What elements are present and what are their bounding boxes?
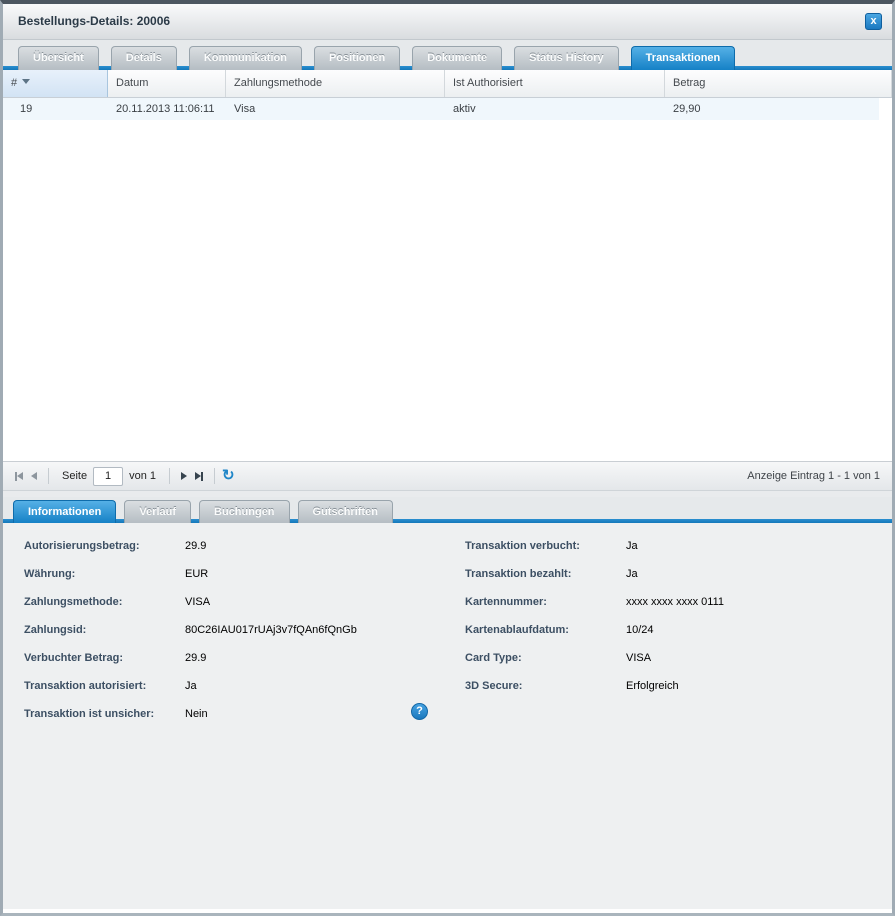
field-value: Erfolgreich [626, 680, 679, 708]
tab-gutschriften[interactable]: Gutschriften [298, 500, 393, 523]
page-label: Seite [62, 470, 87, 482]
cell-ist-authorisiert: aktiv [445, 98, 665, 120]
order-tabs: Übersicht Details Kommunikation Position… [3, 40, 892, 70]
tab-uebersicht[interactable]: Übersicht [18, 46, 99, 70]
info-column-right: Transaktion verbucht:Ja Transaktion beza… [465, 540, 892, 736]
next-page-icon[interactable] [177, 470, 191, 482]
column-header-betrag[interactable]: Betrag [665, 70, 892, 97]
cell-datum: 20.11.2013 11:06:11 [108, 98, 226, 120]
tab-kommunikation[interactable]: Kommunikation [189, 46, 302, 70]
field-value: VISA [185, 596, 210, 624]
tab-verlauf[interactable]: Verlauf [124, 500, 191, 523]
field-label: Kartennummer: [465, 596, 626, 624]
field-label: Transaktion ist unsicher: [24, 708, 185, 736]
tab-dokumente[interactable]: Dokumente [412, 46, 502, 70]
tab-informationen[interactable]: Informationen [13, 500, 116, 523]
paging-toolbar: Seite von 1 ↻ Anzeige Eintrag 1 - 1 von … [3, 461, 892, 491]
field-label: Transaktion autorisiert: [24, 680, 185, 708]
column-header-zahlungsmethode[interactable]: Zahlungsmethode [226, 70, 445, 97]
cell-zahlungsmethode: Visa [226, 98, 445, 120]
field-value: 29.9 [185, 652, 206, 680]
information-panel: Autorisierungsbetrag:29.9 Währung:EUR Za… [3, 523, 892, 909]
field-value: Ja [185, 680, 197, 708]
cell-betrag: 29,90 [665, 98, 879, 120]
tab-details[interactable]: Details [111, 46, 177, 70]
transactions-table-body: 19 20.11.2013 11:06:11 Visa aktiv 29,90 [3, 98, 892, 461]
column-header-ist-authorisiert[interactable]: Ist Authorisiert [445, 70, 665, 97]
toolbar-separator [48, 468, 49, 484]
cell-id: 19 [3, 98, 108, 120]
field-value: 29.9 [185, 540, 206, 568]
field-label: Card Type: [465, 652, 626, 680]
field-value: Nein [185, 708, 208, 736]
refresh-icon[interactable]: ↻ [222, 468, 235, 484]
transaction-detail-tabs: Informationen Verlauf Buchungen Gutschri… [3, 497, 892, 523]
field-label: Autorisierungsbetrag: [24, 540, 185, 568]
field-label: Zahlungsid: [24, 624, 185, 652]
field-label: Zahlungsmethode: [24, 596, 185, 624]
tab-status-history[interactable]: Status History [514, 46, 619, 70]
window-titlebar: Bestellungs-Details: 20006 x [3, 4, 892, 40]
field-value: 10/24 [626, 624, 654, 652]
tab-buchungen[interactable]: Buchungen [199, 500, 290, 523]
field-label: Verbuchter Betrag: [24, 652, 185, 680]
field-value: xxxx xxxx xxxx 0111 [626, 596, 724, 624]
info-column-left: Autorisierungsbetrag:29.9 Währung:EUR Za… [24, 540, 451, 736]
field-label: 3D Secure: [465, 680, 626, 708]
field-label: Kartenablaufdatum: [465, 624, 626, 652]
page-input[interactable] [93, 467, 123, 486]
toolbar-separator [214, 468, 215, 484]
close-icon[interactable]: x [865, 13, 882, 30]
transactions-table-header: # Datum Zahlungsmethode Ist Authorisiert… [3, 70, 892, 98]
field-label: Währung: [24, 568, 185, 596]
table-row[interactable]: 19 20.11.2013 11:06:11 Visa aktiv 29,90 [3, 98, 879, 120]
field-value: EUR [185, 568, 208, 596]
first-page-icon[interactable] [11, 470, 27, 483]
field-value: VISA [626, 652, 651, 680]
tab-positionen[interactable]: Positionen [314, 46, 400, 70]
field-label: Transaktion bezahlt: [465, 568, 626, 596]
order-details-window: Bestellungs-Details: 20006 x Übersicht D… [0, 0, 895, 916]
sort-desc-icon [22, 79, 30, 84]
column-header-id[interactable]: # [3, 70, 108, 97]
field-value: Ja [626, 568, 638, 596]
tab-transaktionen[interactable]: Transaktionen [631, 46, 736, 70]
previous-page-icon[interactable] [27, 470, 41, 482]
toolbar-separator [169, 468, 170, 484]
field-label: Transaktion verbucht: [465, 540, 626, 568]
display-range-text: Anzeige Eintrag 1 - 1 von 1 [747, 470, 884, 482]
field-value: Ja [626, 540, 638, 568]
field-value: 80C26IAU017rUAj3v7fQAn6fQnGb [185, 624, 357, 652]
transaction-info-form: Autorisierungsbetrag:29.9 Währung:EUR Za… [3, 523, 892, 736]
help-icon[interactable]: ? [411, 703, 428, 720]
last-page-icon[interactable] [191, 470, 207, 483]
window-title: Bestellungs-Details: 20006 [3, 4, 892, 39]
column-header-datum[interactable]: Datum [108, 70, 226, 97]
page-count-label: von 1 [129, 470, 156, 482]
